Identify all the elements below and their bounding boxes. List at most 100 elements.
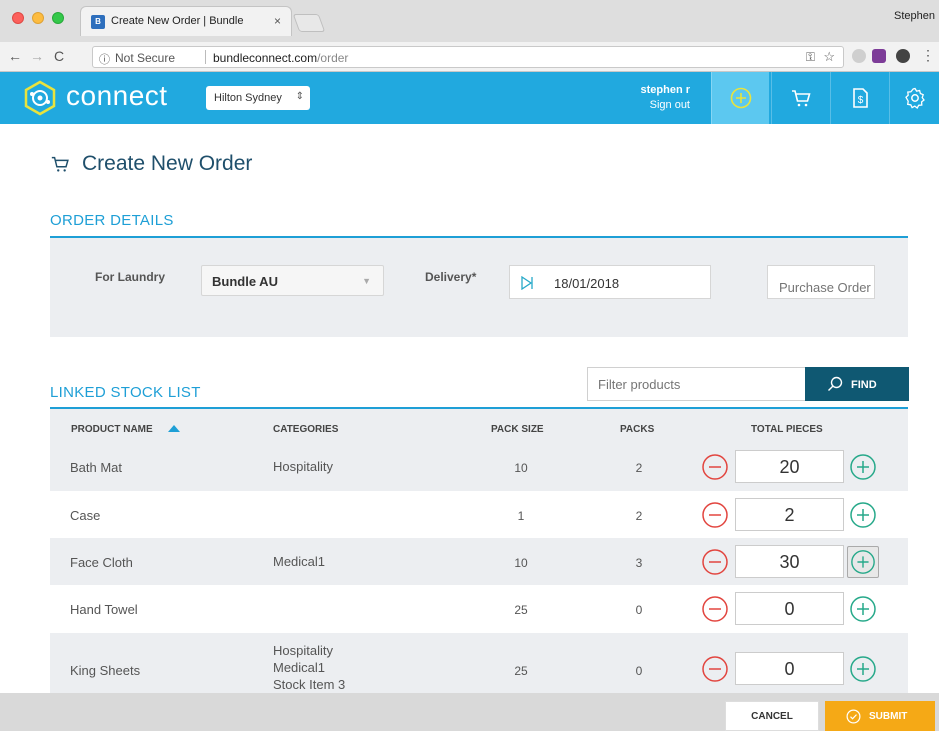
product-category: Hospitality — [273, 459, 333, 474]
check-circle-icon — [846, 709, 861, 724]
find-button[interactable]: FIND — [805, 367, 909, 401]
pack-size: 25 — [514, 603, 528, 617]
total-pieces-input[interactable]: 30 — [735, 545, 844, 578]
pack-size: 1 — [517, 509, 525, 523]
tab-title: Create New Order | Bundle — [111, 15, 244, 27]
column-header-product[interactable]: PRODUCT NAME — [71, 424, 153, 435]
product-name: Face Cloth — [70, 555, 133, 570]
window-minimize-button[interactable] — [32, 12, 44, 24]
sort-ascending-icon[interactable] — [168, 425, 180, 432]
linked-stock-heading: LINKED STOCK LIST — [50, 384, 201, 401]
plus-circle-icon[interactable] — [849, 655, 877, 683]
table-row: Face Cloth Medical1 10 3 30 — [50, 538, 908, 585]
browser-tab-bar: B Create New Order | Bundle × Stephen — [0, 0, 939, 42]
select-arrows-icon: ⇕ — [295, 91, 304, 102]
location-select[interactable]: Hilton Sydney ⇕ — [206, 86, 310, 110]
delivery-date-field[interactable]: 18/01/2018 — [509, 265, 711, 299]
profile-name[interactable]: Stephen — [894, 10, 935, 22]
location-value: Hilton Sydney — [214, 92, 282, 104]
minus-circle-icon[interactable] — [701, 501, 729, 529]
plus-circle-icon[interactable] — [849, 501, 877, 529]
connect-logo-icon[interactable] — [22, 80, 58, 116]
page-title: Create New Order — [82, 152, 253, 175]
browser-tab[interactable]: B Create New Order | Bundle × — [80, 6, 292, 36]
column-header-pack-size: PACK SIZE — [491, 424, 544, 435]
onenote-extension-icon[interactable] — [872, 49, 886, 63]
product-name: King Sheets — [70, 663, 141, 678]
new-tab-button[interactable] — [292, 14, 326, 32]
total-pieces-input[interactable]: 0 — [735, 652, 844, 685]
back-arrow-icon[interactable]: ← — [8, 48, 22, 64]
pack-size: 10 — [514, 461, 528, 475]
forward-arrow-icon[interactable]: → — [30, 48, 44, 64]
total-pieces-input[interactable]: 2 — [735, 498, 844, 531]
minus-circle-icon[interactable] — [701, 655, 729, 683]
packs-count: 0 — [635, 664, 643, 678]
chevron-down-icon: ▼ — [362, 276, 371, 286]
submit-label: SUBMIT — [869, 711, 908, 722]
reload-icon[interactable]: C — [54, 48, 64, 64]
order-details-heading: ORDER DETAILS — [50, 212, 174, 229]
omnibox-separator — [205, 50, 206, 64]
key-icon[interactable]: ⚿ — [806, 50, 815, 65]
laundry-select[interactable]: Bundle AU ▼ — [201, 265, 384, 296]
plus-circle-icon — [730, 87, 752, 109]
svg-text:$: $ — [858, 95, 864, 106]
browser-menu-icon[interactable]: ⋮ — [921, 47, 935, 64]
evernote-extension-icon[interactable] — [896, 49, 910, 63]
security-label: Not Secure — [115, 51, 176, 65]
laundry-value: Bundle AU — [212, 274, 278, 289]
packs-count: 0 — [635, 603, 643, 617]
info-icon[interactable]: ⓘ — [99, 51, 110, 67]
plus-circle-icon[interactable] — [847, 546, 879, 578]
window-close-button[interactable] — [12, 12, 24, 24]
bookmark-star-icon[interactable]: ☆ — [823, 49, 835, 65]
logo-text[interactable]: connect — [66, 80, 168, 112]
cart-button[interactable] — [771, 72, 829, 124]
settings-button[interactable] — [889, 72, 939, 124]
total-pieces-input[interactable]: 0 — [735, 592, 844, 625]
window-zoom-button[interactable] — [52, 12, 64, 24]
table-row: Case 1 2 2 — [50, 491, 908, 538]
gear-icon — [905, 87, 925, 109]
submit-button[interactable]: SUBMIT — [825, 701, 935, 731]
table-row: Hand Towel 25 0 0 — [50, 585, 908, 633]
new-order-button[interactable] — [711, 72, 769, 124]
column-header-categories: CATEGORIES — [273, 424, 339, 435]
column-header-packs: PACKS — [620, 424, 655, 435]
delivery-label: Delivery* — [425, 270, 477, 284]
extension-shield-icon[interactable] — [852, 49, 866, 63]
product-categories: Hospitality Medical1 Stock Item 3 — [273, 642, 345, 693]
omnibox[interactable]: ⓘ Not Secure bundleconnect.com/order ⚿ ☆ — [92, 46, 844, 68]
purchase-order-input[interactable] — [767, 265, 875, 299]
product-name: Case — [70, 508, 101, 523]
filter-products-input[interactable] — [587, 367, 806, 401]
bundle-favicon-icon: B — [91, 15, 105, 29]
packs-count: 3 — [635, 556, 643, 570]
url-path: /order — [317, 51, 349, 65]
play-triangle-icon — [521, 276, 533, 290]
plus-circle-icon[interactable] — [849, 595, 877, 623]
total-pieces-input[interactable]: 20 — [735, 450, 844, 483]
column-header-total-pieces: TOTAL PIECES — [751, 424, 823, 435]
product-category: Hospitality — [273, 643, 333, 658]
minus-circle-icon[interactable] — [701, 595, 729, 623]
app-header: connect Hilton Sydney ⇕ stephen r Sign o… — [0, 72, 939, 124]
invoice-dollar-icon: $ — [853, 88, 868, 108]
minus-circle-icon[interactable] — [701, 548, 729, 576]
sign-out-link[interactable]: Sign out — [600, 99, 690, 111]
cart-icon — [51, 156, 69, 172]
cancel-button[interactable]: CANCEL — [725, 701, 819, 731]
product-category: Medical1 — [273, 660, 326, 675]
search-icon — [828, 376, 843, 391]
product-name: Bath Mat — [70, 460, 123, 475]
packs-count: 2 — [635, 461, 643, 475]
table-header: PRODUCT NAME CATEGORIES PACK SIZE PACKS … — [50, 409, 908, 443]
url-domain: bundleconnect.com — [213, 51, 318, 65]
delivery-date-value: 18/01/2018 — [554, 276, 620, 291]
url-text[interactable]: bundleconnect.com/order — [213, 51, 348, 65]
minus-circle-icon[interactable] — [701, 453, 729, 481]
plus-circle-icon[interactable] — [849, 453, 877, 481]
invoices-button[interactable]: $ — [830, 72, 888, 124]
tab-close-icon[interactable]: × — [274, 14, 281, 28]
